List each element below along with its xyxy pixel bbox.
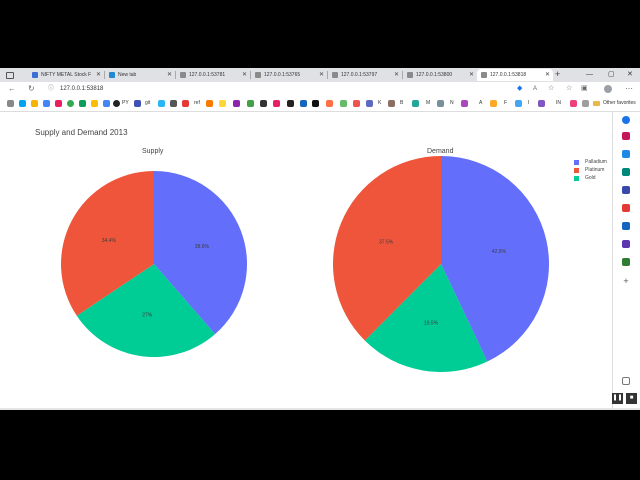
legend-label: Palladium	[585, 159, 607, 165]
legend-item-gold[interactable]: Gold	[574, 174, 607, 182]
edge-sidebar: +	[612, 112, 640, 408]
shopping-icon[interactable]	[622, 150, 630, 158]
stop-icon[interactable]: ■	[626, 393, 637, 404]
legend-swatch	[574, 167, 579, 173]
office-icon[interactable]	[622, 204, 630, 212]
legend-item-platinum[interactable]: Platinum	[574, 166, 607, 174]
search-icon[interactable]	[622, 116, 630, 124]
letterbox-bottom	[0, 410, 640, 480]
legend-swatch	[574, 175, 579, 181]
legend-item-palladium[interactable]: Palladium	[574, 158, 607, 166]
outlook-icon[interactable]	[622, 222, 630, 230]
tools-icon[interactable]	[622, 168, 630, 176]
chart-legend: Palladium Platinum Gold	[574, 158, 607, 182]
bookmark-icon[interactable]	[622, 240, 630, 248]
demand-slice-label: 19.5%	[424, 321, 439, 327]
games-icon[interactable]	[622, 186, 630, 194]
add-icon[interactable]: +	[622, 277, 630, 286]
sidebar-toggle-icon[interactable]	[622, 377, 630, 385]
demand-slice-label: 37.5%	[379, 239, 394, 245]
discover-icon[interactable]	[622, 132, 630, 140]
legend-label: Platinum	[585, 167, 605, 173]
supply-slice-label: 34.4%	[102, 238, 117, 244]
app-icon[interactable]	[622, 258, 630, 266]
supply-slice-label: 27%	[142, 313, 153, 319]
legend-swatch	[574, 159, 579, 165]
pause-icon[interactable]: ❚❚	[612, 393, 623, 404]
legend-label: Gold	[585, 175, 596, 181]
supply-slice-label: 38.6%	[195, 244, 210, 250]
demand-slice-label: 42.9%	[492, 249, 507, 255]
